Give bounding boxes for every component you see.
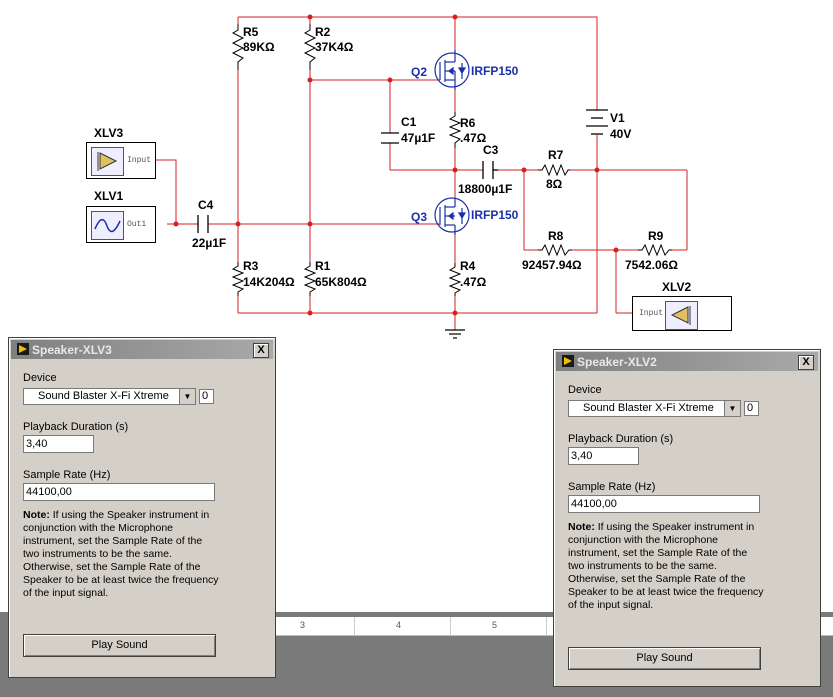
capacitor-c1[interactable] bbox=[381, 132, 399, 144]
duration-input[interactable]: 3,40 bbox=[568, 447, 639, 465]
note-body: If using the Speaker instrument in conju… bbox=[568, 521, 764, 611]
xlv2-label: XLV2 bbox=[662, 280, 692, 294]
r3-value: 14K204Ω bbox=[243, 275, 295, 289]
chevron-down-icon[interactable]: ▼ bbox=[724, 401, 740, 416]
wires bbox=[155, 16, 688, 330]
labview-icon bbox=[562, 355, 574, 367]
resistor-r5[interactable] bbox=[231, 24, 245, 70]
chevron-down-icon[interactable]: ▼ bbox=[179, 389, 195, 404]
play-sound-button[interactable]: Play Sound bbox=[23, 634, 216, 657]
instrument-xlv2[interactable]: Input bbox=[632, 296, 732, 331]
instrument-xlv3[interactable]: Input bbox=[86, 142, 156, 179]
xlv1-label: XLV1 bbox=[94, 189, 124, 203]
c3-name: C3 bbox=[483, 143, 499, 157]
dialog-title: Speaker-XLV3 bbox=[32, 343, 112, 357]
device-index[interactable]: 0 bbox=[744, 401, 759, 416]
mosfet-q3[interactable] bbox=[434, 197, 470, 235]
device-select[interactable]: Sound Blaster X-Fi Xtreme ▼ bbox=[568, 400, 741, 417]
resistor-r1[interactable] bbox=[303, 262, 317, 296]
q3-model: IRFP150 bbox=[471, 208, 519, 222]
rate-label: Sample Rate (Hz) bbox=[568, 481, 656, 493]
mosfet-q2[interactable] bbox=[434, 50, 470, 90]
play-sound-button[interactable]: Play Sound bbox=[568, 647, 761, 670]
rate-input[interactable]: 44100,00 bbox=[568, 495, 760, 513]
device-label: Device bbox=[23, 372, 57, 384]
device-value: Sound Blaster X-Fi Xtreme bbox=[38, 390, 169, 402]
ruler-tick-5: 5 bbox=[492, 620, 498, 630]
battery-v1[interactable] bbox=[586, 109, 608, 148]
r6-name: R6 bbox=[460, 116, 476, 130]
rate-input[interactable]: 44100,00 bbox=[23, 483, 215, 501]
resistor-r7[interactable] bbox=[538, 163, 570, 177]
instrument-xlv1[interactable]: Out1 bbox=[86, 206, 156, 243]
xlv3-port: Input bbox=[127, 156, 152, 165]
resistor-r9[interactable] bbox=[638, 243, 672, 257]
r7-name: R7 bbox=[548, 148, 564, 162]
dialog-titlebar[interactable]: Speaker-XLV2 X bbox=[556, 352, 818, 371]
c3-value: 18800µ1F bbox=[458, 182, 512, 196]
close-button[interactable]: X bbox=[798, 355, 814, 370]
note-body: If using the Speaker instrument in conju… bbox=[23, 509, 219, 599]
speaker-xlv3-dialog: Speaker-XLV3 X Device Sound Blaster X-Fi… bbox=[8, 337, 276, 678]
device-label: Device bbox=[568, 384, 602, 396]
ruler-tick-4: 4 bbox=[396, 620, 402, 630]
v1-name: V1 bbox=[610, 111, 625, 125]
r4-value: .47Ω bbox=[460, 275, 487, 289]
speaker-icon bbox=[91, 147, 124, 176]
labview-icon bbox=[17, 343, 29, 355]
speaker-xlv2-dialog: Speaker-XLV2 X Device Sound Blaster X-Fi… bbox=[553, 349, 821, 687]
c1-value: 47µ1F bbox=[401, 131, 435, 145]
q2-name: Q2 bbox=[411, 65, 427, 79]
ground-icon bbox=[445, 329, 465, 339]
dialog-titlebar[interactable]: Speaker-XLV3 X bbox=[11, 340, 273, 359]
resistor-r8[interactable] bbox=[538, 243, 572, 257]
r2-value: 37K4Ω bbox=[315, 40, 354, 54]
dialog-title: Speaker-XLV2 bbox=[577, 355, 657, 369]
device-select[interactable]: Sound Blaster X-Fi Xtreme ▼ bbox=[23, 388, 196, 405]
q3-name: Q3 bbox=[411, 210, 427, 224]
note-text: Note: If using the Speaker instrument in… bbox=[23, 509, 219, 600]
r9-value: 7542.06Ω bbox=[625, 258, 678, 272]
device-value: Sound Blaster X-Fi Xtreme bbox=[583, 402, 714, 414]
note-label: Note: bbox=[568, 521, 595, 533]
r5-name: R5 bbox=[243, 25, 259, 39]
v1-value: 40V bbox=[610, 127, 631, 141]
duration-label: Playback Duration (s) bbox=[568, 433, 674, 445]
rate-label: Sample Rate (Hz) bbox=[23, 469, 111, 481]
q2-model: IRFP150 bbox=[471, 64, 519, 78]
device-index[interactable]: 0 bbox=[199, 389, 214, 404]
resistor-r4[interactable] bbox=[448, 263, 462, 296]
resistor-r2[interactable] bbox=[303, 24, 317, 70]
r5-value: 89KΩ bbox=[243, 40, 275, 54]
xlv2-port: Input bbox=[639, 309, 664, 318]
r8-name: R8 bbox=[548, 229, 564, 243]
ruler-tick-3: 3 bbox=[300, 620, 306, 630]
capacitor-c3[interactable] bbox=[482, 161, 498, 179]
r7-value: 8Ω bbox=[546, 177, 563, 191]
r8-value: 92457.94Ω bbox=[522, 258, 582, 272]
r2-name: R2 bbox=[315, 25, 331, 39]
r4-name: R4 bbox=[460, 259, 476, 273]
speaker-icon bbox=[665, 301, 698, 330]
r9-name: R9 bbox=[648, 229, 664, 243]
resistor-r6[interactable] bbox=[448, 112, 462, 148]
r3-name: R3 bbox=[243, 259, 259, 273]
resistor-r3[interactable] bbox=[231, 262, 245, 296]
xlv3-label: XLV3 bbox=[94, 126, 124, 140]
xlv1-port: Out1 bbox=[127, 220, 147, 229]
note-label: Note: bbox=[23, 509, 50, 521]
r1-value: 65K804Ω bbox=[315, 275, 367, 289]
r1-name: R1 bbox=[315, 259, 331, 273]
capacitor-c4[interactable] bbox=[197, 215, 209, 233]
c4-value: 22µ1F bbox=[192, 236, 226, 250]
waveform-icon bbox=[91, 211, 124, 240]
c1-name: C1 bbox=[401, 115, 417, 129]
duration-input[interactable]: 3,40 bbox=[23, 435, 94, 453]
close-button[interactable]: X bbox=[253, 343, 269, 358]
c4-name: C4 bbox=[198, 198, 214, 212]
note-text: Note: If using the Speaker instrument in… bbox=[568, 521, 764, 612]
duration-label: Playback Duration (s) bbox=[23, 421, 129, 433]
